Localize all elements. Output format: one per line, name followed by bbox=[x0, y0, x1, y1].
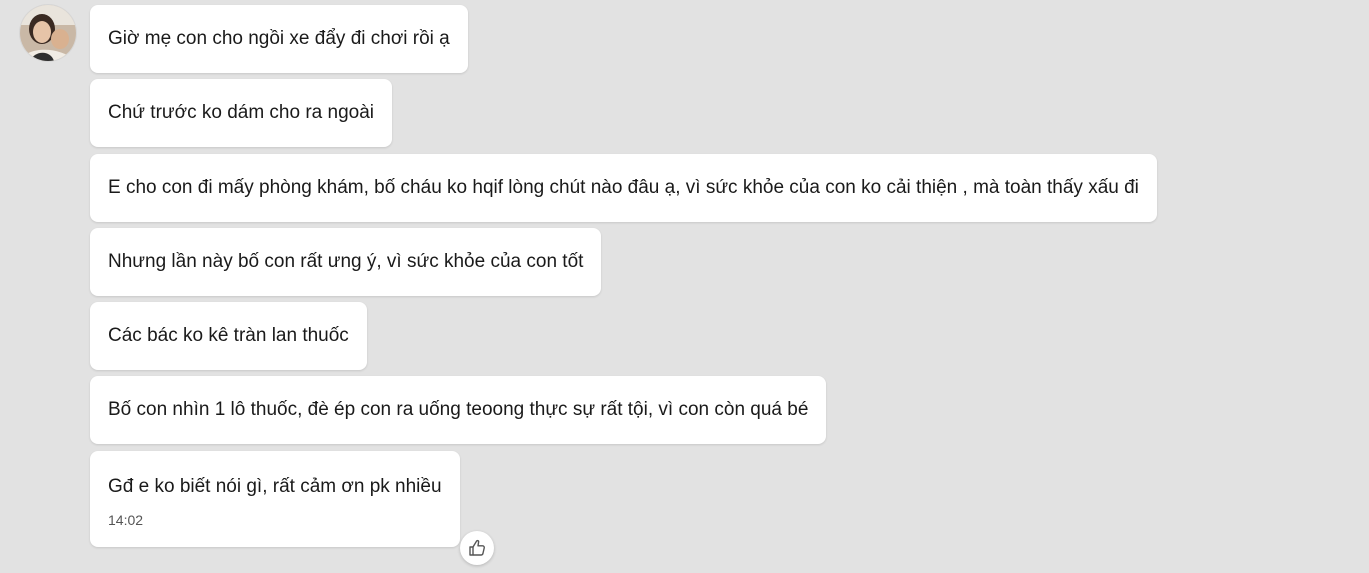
message-bubble[interactable]: Các bác ko kê tràn lan thuốc bbox=[90, 302, 367, 370]
message-bubble[interactable]: Bố con nhìn 1 lô thuốc, đè ép con ra uốn… bbox=[90, 376, 827, 444]
message-bubble[interactable]: Gđ e ko biết nói gì, rất cảm ơn pk nhiều… bbox=[90, 451, 460, 547]
message-timestamp: 14:02 bbox=[108, 512, 144, 528]
avatar-image bbox=[20, 5, 76, 61]
message-text: Các bác ko kê tràn lan thuốc bbox=[108, 325, 349, 346]
message-text: Giờ mẹ con cho ngồi xe đẩy đi chơi rồi ạ bbox=[108, 28, 450, 49]
message-text: Bố con nhìn 1 lô thuốc, đè ép con ra uốn… bbox=[108, 399, 809, 420]
message-text: E cho con đi mấy phòng khám, bố cháu ko … bbox=[108, 177, 1139, 198]
message-bubble[interactable]: Giờ mẹ con cho ngồi xe đẩy đi chơi rồi ạ bbox=[90, 5, 468, 73]
message-text: Gđ e ko biết nói gì, rất cảm ơn pk nhiều bbox=[108, 476, 442, 497]
sender-avatar[interactable] bbox=[20, 5, 76, 61]
like-reaction-button[interactable] bbox=[460, 531, 494, 565]
message-bubble[interactable]: Chứ trước ko dám cho ra ngoài bbox=[90, 79, 393, 147]
thumbs-up-icon bbox=[469, 539, 485, 556]
message-bubble[interactable]: E cho con đi mấy phòng khám, bố cháu ko … bbox=[90, 154, 1157, 222]
message-text: Nhưng lần này bố con rất ưng ý, vì sức k… bbox=[108, 251, 584, 272]
message-text: Chứ trước ko dám cho ra ngoài bbox=[108, 102, 375, 123]
chat-thread: Giờ mẹ con cho ngồi xe đẩy đi chơi rồi ạ… bbox=[0, 0, 1369, 573]
message-bubble[interactable]: Nhưng lần này bố con rất ưng ý, vì sức k… bbox=[90, 228, 602, 296]
